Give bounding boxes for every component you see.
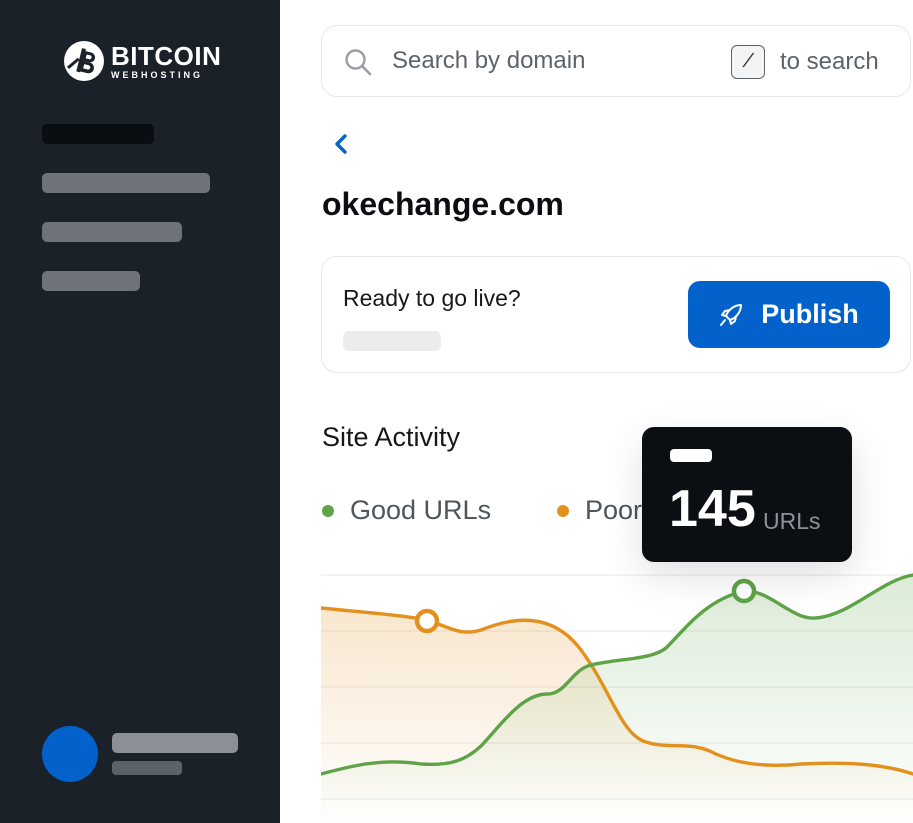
- publish-button[interactable]: Publish: [688, 281, 890, 348]
- good-point-marker[interactable]: [731, 578, 757, 604]
- legend-dot-good: [322, 504, 334, 517]
- legend-dot-poor: [557, 504, 569, 517]
- sidebar-item-2[interactable]: [42, 173, 210, 193]
- chart-tooltip: 145 URLs: [642, 427, 852, 562]
- publish-card-label: Ready to go live?: [343, 285, 521, 311]
- publish-button-label: Publish: [761, 299, 859, 329]
- rocket-icon: [720, 303, 743, 326]
- legend-good-urls[interactable]: Good URLs: [322, 495, 491, 526]
- search-input[interactable]: [392, 42, 692, 80]
- tooltip-value: 145: [669, 480, 756, 538]
- publish-card: Ready to go live? Publish: [321, 256, 911, 373]
- legend-poor-urls[interactable]: Poor: [557, 495, 642, 526]
- bitcoin-logo-icon: [64, 41, 104, 81]
- legend-good-label: Good URLs: [350, 495, 492, 525]
- site-activity-title: Site Activity: [322, 422, 461, 452]
- domain-search: / to search: [321, 25, 911, 97]
- shortcut-hint: to search: [780, 48, 879, 75]
- poor-point-marker[interactable]: [414, 608, 440, 634]
- page-title: okechange.com: [322, 186, 564, 222]
- sidebar-item-4[interactable]: [42, 271, 140, 291]
- publish-card-placeholder: [343, 331, 441, 351]
- user-email-placeholder: [112, 761, 182, 775]
- legend-poor-label: Poor: [585, 495, 643, 525]
- sidebar: BITCOIN WEBHOSTING: [0, 0, 280, 823]
- shortcut-key: /: [731, 45, 765, 79]
- user-avatar[interactable]: [42, 726, 98, 782]
- site-activity-chart: [321, 573, 913, 823]
- brand-logo[interactable]: BITCOIN WEBHOSTING: [63, 40, 221, 82]
- back-chevron-icon[interactable]: [330, 130, 354, 158]
- tooltip-unit: URLs: [763, 508, 821, 534]
- logo-subtitle: WEBHOSTING: [111, 69, 203, 80]
- sidebar-item-3[interactable]: [42, 222, 182, 242]
- tooltip-label-placeholder: [670, 449, 712, 462]
- user-name-placeholder: [112, 733, 238, 753]
- search-icon: [345, 49, 372, 76]
- logo-title: BITCOIN: [111, 40, 222, 71]
- sidebar-item-active[interactable]: [42, 124, 154, 144]
